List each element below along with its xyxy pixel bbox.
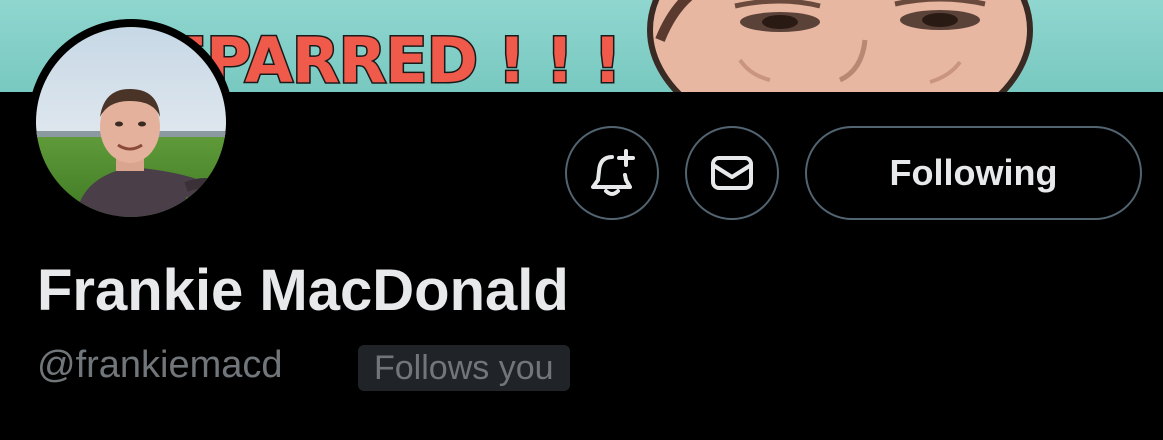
banner-face-image	[647, 0, 1033, 92]
follows-you-badge: Follows you	[358, 345, 570, 391]
message-button[interactable]	[685, 126, 779, 220]
following-button[interactable]: Following	[805, 126, 1142, 220]
bell-plus-icon	[591, 149, 635, 196]
notify-button[interactable]	[565, 126, 659, 220]
envelope-icon	[711, 156, 753, 190]
display-name: Frankie MacDonald	[37, 258, 569, 323]
avatar[interactable]	[36, 27, 226, 217]
avatar-ring[interactable]	[28, 19, 234, 225]
user-handle: @frankiemacd	[37, 344, 283, 386]
